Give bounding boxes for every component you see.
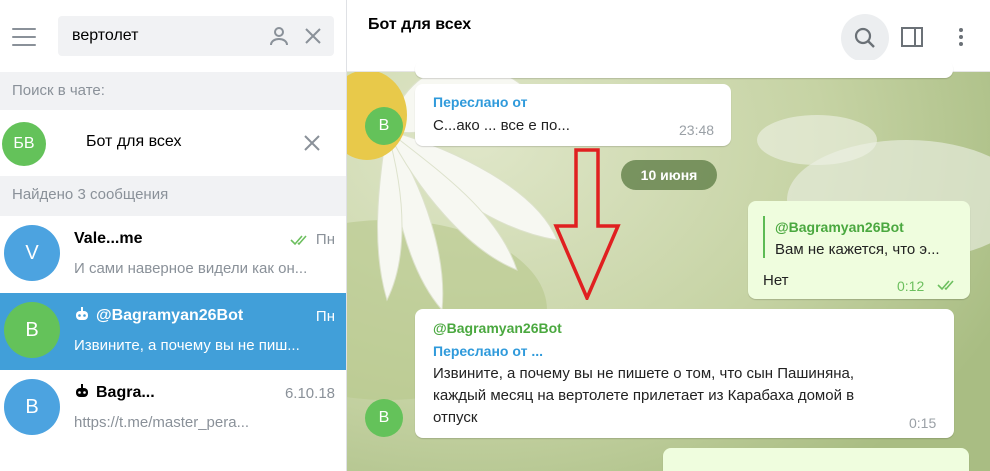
more-button[interactable]: [937, 14, 985, 62]
date-divider: 10 июня: [621, 160, 717, 190]
search-result-item[interactable]: V Vale...me Пн И сами наверное видели ка…: [0, 216, 346, 293]
message-line: отпуск: [433, 409, 478, 426]
results-count-header: Найдено 3 сообщения: [0, 176, 346, 216]
search-bar: [0, 0, 346, 72]
result-snippet: https://t.me/master_pera...: [74, 414, 250, 431]
double-check-icon: [937, 280, 954, 291]
avatar: V: [4, 225, 60, 281]
redaction: [529, 92, 669, 110]
result-snippet: И сами наверное видели как он...: [74, 260, 308, 277]
message-text: Нет: [763, 272, 789, 289]
avatar: B: [4, 379, 60, 435]
message-time: 0:15: [909, 415, 937, 431]
bot-icon: [76, 384, 88, 397]
results-count-label: Найдено 3 сообщения: [12, 186, 169, 203]
result-date: Пн: [315, 308, 335, 325]
message-time: 23:48: [679, 122, 715, 138]
sender-name[interactable]: @Bagramyan26Bot: [433, 320, 562, 336]
redaction: [545, 341, 675, 359]
chat-list-panel: Поиск в чате: БВ Бот для всех Найдено 3 …: [0, 0, 347, 471]
close-icon[interactable]: [303, 134, 321, 152]
result-name-row: @Bagramyan26Bot: [74, 307, 243, 325]
bot-icon: [76, 307, 88, 320]
forwarded-from[interactable]: Переслано от ...: [433, 343, 543, 359]
clear-search-icon[interactable]: [303, 26, 323, 46]
result-snippet: Извините, а почему вы не пиш...: [74, 337, 300, 354]
message-bubble[interactable]: @Bagramyan26Bot Переслано от ... Извинит…: [415, 309, 954, 438]
result-date: 6.10.18: [284, 385, 335, 402]
message-line: каждый месяц на вертолете прилетает из К…: [433, 387, 855, 404]
avatar: B: [365, 399, 403, 437]
search-input[interactable]: [72, 25, 262, 47]
avatar: B: [4, 302, 60, 358]
result-name: @Bagramyan26Bot: [96, 307, 244, 324]
chat-title[interactable]: Бот для всех: [368, 16, 471, 34]
search-in-chat-label: Поиск в чате:: [12, 82, 105, 99]
message-bubble-partial: [415, 60, 953, 78]
more-vertical-icon: [959, 28, 963, 46]
chat-filter-row: БВ Бот для всех: [0, 110, 346, 176]
chat-filter-name: Бот для всех: [80, 133, 188, 151]
double-check-icon: [290, 235, 307, 246]
reply-name[interactable]: @Bagramyan26Bot: [775, 219, 904, 235]
search-result-item[interactable]: B Bagra... 6.10.18 https://t.me/master_p…: [0, 370, 346, 447]
result-date: Пн: [315, 231, 335, 248]
message-text: С...ако ... все е по...: [433, 117, 570, 134]
search-result-item-selected[interactable]: B @Bagramyan26Bot Пн Извините, а почему …: [0, 293, 346, 370]
search-icon: [854, 27, 875, 48]
reply-text: Вам не кажется, что э...: [775, 241, 940, 258]
search-button[interactable]: [841, 14, 889, 62]
outgoing-message-bubble-partial: [663, 448, 969, 471]
message-bubble[interactable]: Переслано от ... С...ако ... все е по...…: [415, 84, 731, 146]
menu-icon[interactable]: [12, 28, 36, 46]
forwarded-from[interactable]: Переслано от ...: [433, 94, 543, 110]
result-name-row: Bagra...: [74, 384, 155, 402]
conversation-panel: Бот для всех B Переслано от ... С...ако …: [347, 0, 990, 471]
result-name: Vale...me: [74, 230, 143, 247]
message-time: 0:12: [897, 278, 925, 294]
search-in-chat-header: Поиск в чате:: [0, 72, 346, 110]
result-name: Bagra...: [96, 384, 155, 401]
outgoing-message-bubble[interactable]: @Bagramyan26Bot Вам не кажется, что э...…: [748, 201, 970, 299]
sidebar-icon: [901, 27, 923, 47]
reply-bar: [763, 216, 765, 258]
avatar: B: [365, 107, 403, 145]
person-filter-icon[interactable]: [268, 25, 290, 47]
message-line: Извините, а почему вы не пишете о том, ч…: [433, 365, 854, 382]
sidebar-toggle-button[interactable]: [888, 14, 936, 62]
search-box[interactable]: [58, 16, 334, 56]
avatar: БВ: [2, 122, 46, 166]
